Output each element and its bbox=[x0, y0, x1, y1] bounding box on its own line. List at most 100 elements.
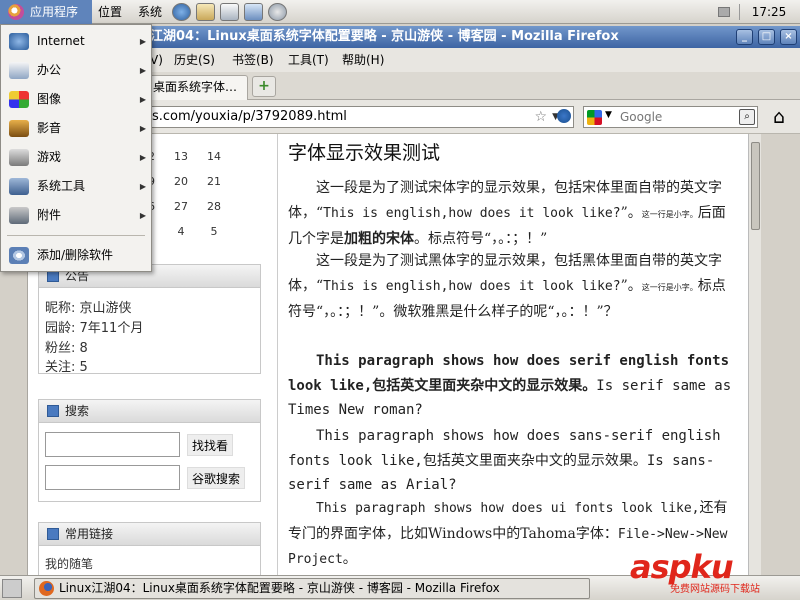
scrollbar-thumb[interactable] bbox=[751, 142, 760, 230]
menu-item-accessories[interactable]: 附件 ▶ bbox=[1, 201, 151, 230]
clock[interactable]: 17:25 bbox=[746, 0, 792, 24]
menu-history[interactable]: 历史(S) bbox=[174, 48, 215, 72]
submenu-arrow-icon: ▶ bbox=[139, 182, 146, 191]
calendar-day[interactable]: 14 bbox=[199, 150, 229, 163]
menu-item-internet[interactable]: Internet ▶ bbox=[1, 27, 151, 56]
notice-panel: 公告 昵称: 京山游侠 园龄: 7年11个月 粉丝: 8 关注: 5 bbox=[38, 264, 261, 375]
article-title: 字体显示效果测试 bbox=[288, 142, 441, 164]
submenu-arrow-icon: ▶ bbox=[139, 153, 146, 162]
tab-strip: 桌面系统字体… + bbox=[148, 72, 800, 100]
google-icon[interactable] bbox=[587, 110, 602, 125]
paragraph-serif: This paragraph shows how does serif engl… bbox=[288, 353, 732, 418]
watermark-subtitle: 免费网站源码下载站 bbox=[670, 584, 760, 595]
notice-nickname[interactable]: 昵称: 京山游侠 bbox=[45, 297, 132, 316]
menu-item-label: 添加/删除软件 bbox=[37, 248, 114, 262]
submenu-arrow-icon: ▶ bbox=[139, 211, 146, 220]
menu-bookmarks[interactable]: 书签(B) bbox=[232, 48, 274, 72]
notice-follow[interactable]: 关注: 5 bbox=[45, 356, 88, 375]
links-title: 常用链接 bbox=[65, 527, 114, 541]
calendar-day[interactable]: 21 bbox=[199, 175, 229, 188]
office-icon bbox=[9, 62, 29, 79]
url-text: s.com/youxia/p/3792089.html bbox=[152, 109, 347, 124]
menu-item-multimedia[interactable]: 影音 ▶ bbox=[1, 114, 151, 143]
menu-item-games[interactable]: 游戏 ▶ bbox=[1, 143, 151, 172]
search-title: 搜索 bbox=[65, 404, 90, 418]
search-bar[interactable]: ▼ ⌕ bbox=[583, 106, 758, 128]
system-menu-button[interactable]: 系统 bbox=[134, 0, 166, 24]
paragraph-sans-serif: This paragraph shows how does sans-serif… bbox=[288, 428, 721, 493]
menu-item-add-remove[interactable]: 添加/删除软件 bbox=[1, 241, 151, 270]
paragraph-heiti: 这一段是为了测试黑体字的显示效果，包括黑体里面自带的英文字体，“This is … bbox=[288, 253, 726, 320]
url-bar[interactable]: s.com/youxia/p/3792089.html ☆ ▼ bbox=[148, 106, 574, 128]
google-search-button[interactable]: 谷歌搜索 bbox=[187, 467, 246, 489]
menu-item-system-tools[interactable]: 系统工具 ▶ bbox=[1, 172, 151, 201]
new-tab-button[interactable]: + bbox=[252, 76, 276, 97]
maximize-button[interactable]: □ bbox=[758, 29, 775, 45]
window-titlebar[interactable]: 江湖04：Linux桌面系统字体配置要略 - 京山游侠 - 博客园 - Mozi… bbox=[148, 26, 800, 48]
calendar-day[interactable]: 27 bbox=[166, 200, 196, 213]
search-engine-dropdown-icon[interactable]: ▼ bbox=[605, 110, 612, 120]
article-content: 字体显示效果测试 这一段是为了测试宋体字的显示效果，包括宋体里面自带的英文字体，… bbox=[277, 134, 747, 575]
links-panel: 常用链接 我的随笔 bbox=[38, 522, 261, 575]
calendar-icon bbox=[47, 528, 59, 540]
menu-separator bbox=[7, 235, 145, 236]
menu-help[interactable]: 帮助(H) bbox=[342, 48, 384, 72]
top-panel: 应用程序 位置 系统 17:25 bbox=[0, 0, 800, 24]
graphics-icon bbox=[9, 91, 29, 108]
submenu-arrow-icon: ▶ bbox=[139, 66, 146, 75]
magnifier-icon[interactable]: ⌕ bbox=[739, 109, 755, 125]
multimedia-icon bbox=[9, 120, 29, 137]
notice-fans[interactable]: 粉丝: 8 bbox=[45, 337, 88, 356]
search-panel: 搜索 找找看 谷歌搜索 bbox=[38, 399, 261, 502]
calendar-day[interactable]: 4 bbox=[166, 225, 196, 238]
vertical-scrollbar[interactable] bbox=[748, 134, 761, 575]
navigation-toolbar: s.com/youxia/p/3792089.html ☆ ▼ ▼ ⌕ ⌂ bbox=[148, 100, 800, 134]
tray-separator bbox=[739, 4, 740, 20]
my-posts-link[interactable]: 我的随笔 bbox=[45, 555, 93, 572]
package-icon bbox=[9, 247, 29, 264]
gnome-foot-icon bbox=[8, 4, 24, 20]
minimize-button[interactable]: _ bbox=[736, 29, 753, 45]
home-icon[interactable]: ⌂ bbox=[766, 106, 792, 130]
search-input[interactable] bbox=[620, 108, 738, 126]
games-icon bbox=[9, 149, 29, 166]
calendar-day[interactable]: 28 bbox=[199, 200, 229, 213]
menu-bar: V) 历史(S) 书签(B) 工具(T) 帮助(H) bbox=[148, 48, 800, 72]
find-button[interactable]: 找找看 bbox=[187, 434, 234, 456]
menu-item-office[interactable]: 办公 ▶ bbox=[1, 56, 151, 85]
text-editor-launcher-icon[interactable] bbox=[220, 3, 239, 21]
notice-age[interactable]: 园龄: 7年11个月 bbox=[45, 317, 143, 336]
taskbar-window-button[interactable]: Linux江湖04：Linux桌面系统字体配置要略 - 京山游侠 - 博客园 -… bbox=[34, 578, 590, 599]
settings-launcher-icon[interactable] bbox=[268, 3, 287, 21]
places-menu-button[interactable]: 位置 bbox=[94, 0, 126, 24]
applications-menu-button[interactable]: 应用程序 bbox=[0, 0, 92, 24]
taskbar-window-label: Linux江湖04：Linux桌面系统字体配置要略 - 京山游侠 - 博客园 -… bbox=[59, 581, 500, 595]
window-title: 江湖04：Linux桌面系统字体配置要略 - 京山游侠 - 博客园 - Mozi… bbox=[150, 29, 619, 44]
show-desktop-icon[interactable] bbox=[2, 579, 22, 598]
accessories-icon bbox=[9, 207, 29, 224]
menu-tools[interactable]: 工具(T) bbox=[288, 48, 329, 72]
firefox-icon bbox=[39, 581, 54, 596]
search-header: 搜索 bbox=[39, 400, 260, 423]
web-browser-launcher-icon[interactable] bbox=[172, 3, 191, 21]
menu-item-label: 图像 bbox=[37, 92, 62, 106]
google-search-input[interactable] bbox=[45, 465, 180, 490]
calendar-day[interactable]: 13 bbox=[166, 150, 196, 163]
calendar-icon bbox=[47, 405, 59, 417]
calendar-day[interactable]: 5 bbox=[199, 225, 229, 238]
system-tools-icon bbox=[9, 178, 29, 195]
site-watermark: aspku 免费网站源码下载站 bbox=[612, 548, 800, 596]
submenu-arrow-icon: ▶ bbox=[139, 124, 146, 133]
menu-item-graphics[interactable]: 图像 ▶ bbox=[1, 85, 151, 114]
network-tray-icon[interactable] bbox=[718, 7, 730, 17]
file-manager-launcher-icon[interactable] bbox=[244, 3, 263, 21]
mail-launcher-icon[interactable] bbox=[196, 3, 215, 21]
blog-search-input[interactable] bbox=[45, 432, 180, 457]
close-button[interactable]: × bbox=[780, 29, 797, 45]
go-icon[interactable] bbox=[557, 109, 571, 123]
bookmark-star-icon[interactable]: ☆ bbox=[534, 107, 547, 127]
tab-active[interactable]: 桌面系统字体… bbox=[148, 75, 248, 100]
calendar-day[interactable]: 20 bbox=[166, 175, 196, 188]
paragraph-songti: 这一段是为了测试宋体字的显示效果，包括宋体里面自带的英文字体，“This is … bbox=[288, 180, 726, 247]
menu-item-label: 附件 bbox=[37, 208, 62, 222]
